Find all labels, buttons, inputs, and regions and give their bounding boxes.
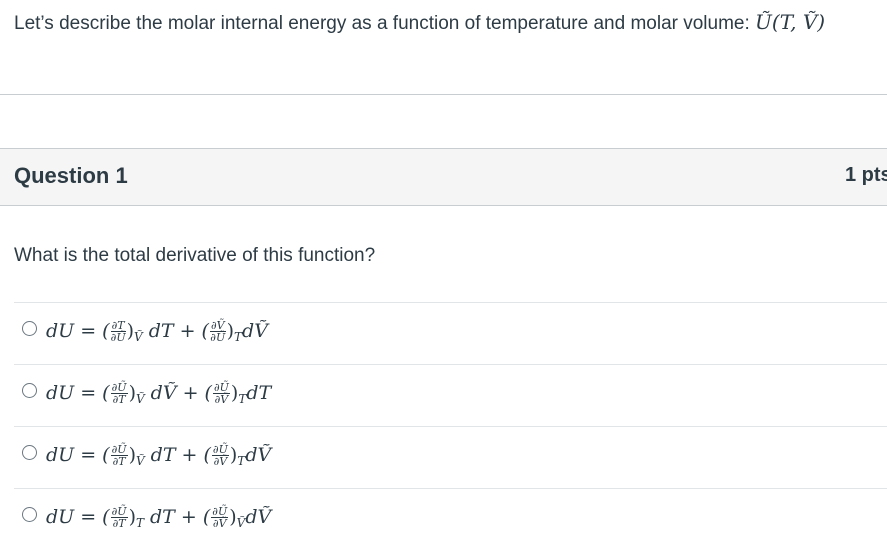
answer-option-3[interactable]: dU = ( ∂Ũ ∂T) ṼdT + ( ∂Ũ ∂Ṽ) TdṼ xyxy=(14,426,887,488)
question-title: Question 1 xyxy=(14,163,128,188)
answer-formula: dU = ( ∂T ∂Ũ) ṼdT + ( ∂Ṽ ∂Ũ) TdṼ xyxy=(46,318,268,345)
question-points: 1 pts xyxy=(845,164,887,186)
radio-button[interactable] xyxy=(22,383,37,398)
answer-option-4[interactable]: dU = ( ∂Ũ ∂T) TdT + ( ∂Ũ ∂Ṽ) ṼdṼ xyxy=(14,488,887,550)
intro-math: Ũ(T, Ṽ) xyxy=(755,10,826,34)
radio-button[interactable] xyxy=(22,507,37,522)
question-prompt: What is the total derivative of this fun… xyxy=(14,245,376,266)
answer-list: dU = ( ∂T ∂Ũ) ṼdT + ( ∂Ṽ ∂Ũ) TdṼ dU = ( ∂Ũ ∂T… xyxy=(14,302,887,550)
answer-formula: dU = ( ∂Ũ ∂T) TdT + ( ∂Ũ ∂Ṽ) ṼdṼ xyxy=(46,504,272,531)
question-header: Question 1 1 pts xyxy=(0,148,887,206)
answer-formula: dU = ( ∂Ũ ∂T) ṼdṼ + ( ∂Ũ ∂Ṽ) TdT xyxy=(46,380,272,407)
radio-button[interactable] xyxy=(22,321,37,336)
divider xyxy=(0,94,887,95)
radio-button[interactable] xyxy=(22,445,37,460)
answer-option-1[interactable]: dU = ( ∂T ∂Ũ) ṼdT + ( ∂Ṽ ∂Ũ) TdṼ xyxy=(14,302,887,364)
intro-text: Let’s describe the molar internal energy… xyxy=(14,10,825,35)
answer-formula: dU = ( ∂Ũ ∂T) ṼdT + ( ∂Ũ ∂Ṽ) TdṼ xyxy=(46,442,272,469)
answer-option-2[interactable]: dU = ( ∂Ũ ∂T) ṼdṼ + ( ∂Ũ ∂Ṽ) TdT xyxy=(14,364,887,426)
intro-sentence: Let’s describe the molar internal energy… xyxy=(14,13,756,34)
